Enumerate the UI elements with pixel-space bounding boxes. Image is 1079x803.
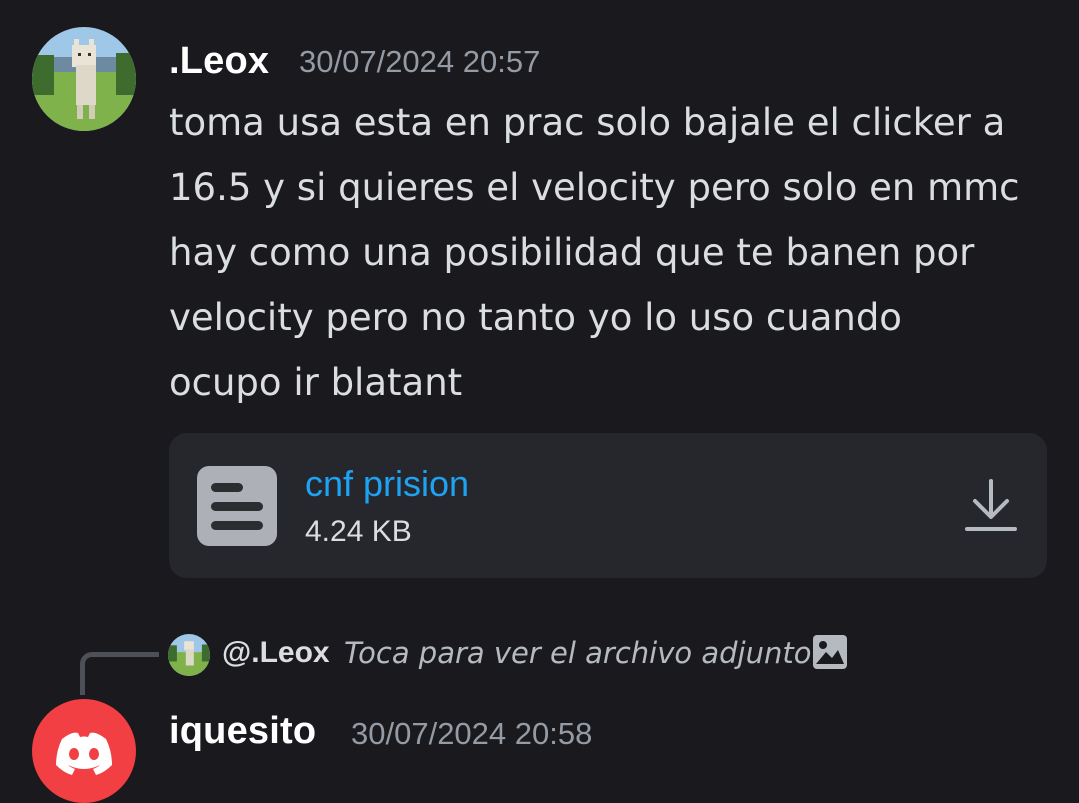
message-line: 16.5 y si quieres el velocity pero solo …: [169, 166, 1020, 209]
author-name[interactable]: iquesito: [169, 710, 316, 753]
llama-avatar-icon: [32, 27, 136, 131]
message-timestamp: 30/07/2024 20:58: [351, 716, 593, 751]
message-timestamp: 30/07/2024 20:57: [299, 44, 541, 79]
author-name[interactable]: .Leox: [169, 40, 269, 83]
file-size: 4.24 KB: [305, 515, 412, 548]
reply-avatar: [168, 634, 210, 676]
message-line: ocupo ir blatant: [169, 361, 463, 404]
message-line: hay como una posibilidad que te banen po…: [169, 231, 975, 274]
reply-author[interactable]: @.Leox: [222, 636, 330, 670]
document-icon: [197, 466, 277, 546]
message-line: toma usa esta en prac solo bajale el cli…: [169, 101, 1006, 144]
iquesito-avatar[interactable]: [32, 699, 136, 803]
message-leox: .Leox 30/07/2024 20:57 toma usa esta en …: [0, 0, 1079, 600]
file-name-link[interactable]: cnf prision: [305, 463, 469, 505]
discord-logo-icon: [56, 732, 112, 775]
llama-avatar-icon: [168, 634, 210, 676]
message-line: velocity pero no tanto yo lo uso cuando: [169, 296, 902, 339]
message-content: toma usa esta en prac solo bajale el cli…: [169, 90, 1059, 415]
download-icon[interactable]: [963, 477, 1019, 535]
reply-preview-text[interactable]: Toca para ver el archivo adjunto: [344, 636, 811, 670]
file-attachment[interactable]: cnf prision 4.24 KB: [169, 433, 1047, 578]
reply-connector: [80, 652, 159, 695]
leox-avatar[interactable]: [32, 27, 136, 131]
message-iquesito: iquesito 30/07/2024 20:58: [0, 690, 1079, 803]
image-icon: [813, 635, 847, 669]
